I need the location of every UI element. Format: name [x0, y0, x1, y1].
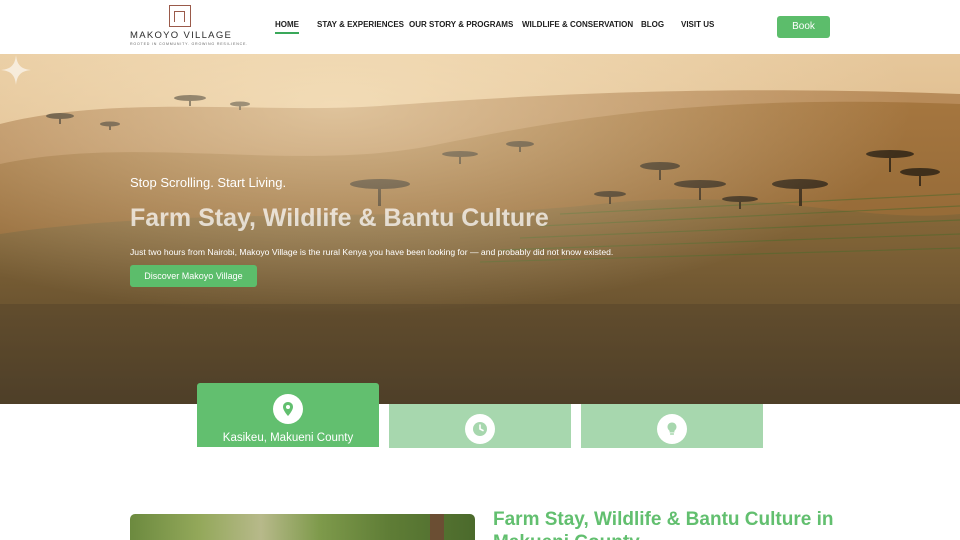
info-card-location[interactable]: Kasikeu, Makueni County — [197, 383, 379, 447]
intro-image — [130, 514, 475, 540]
intro-heading: Farm Stay, Wildlife & Bantu Culture in — [493, 509, 834, 530]
nav-item-stay-experiences[interactable]: STAY & EXPERIENCES — [317, 20, 404, 34]
nav-item-our-story-programs[interactable]: OUR STORY & PROGRAMS — [409, 20, 513, 34]
clock-icon — [465, 414, 495, 444]
hero-description: Just two hours from Nairobi, Makoyo Vill… — [130, 247, 614, 257]
discover-button[interactable]: Discover Makoyo Village — [130, 265, 257, 287]
book-button[interactable]: Book — [777, 16, 830, 38]
nav-item-wildlife-conservation[interactable]: WILDLIFE & CONSERVATION — [522, 20, 633, 34]
site-header: MAKOYO VILLAGE Rooted in community. Grow… — [0, 0, 960, 54]
intro-heading-line-2: Makueni County — [493, 532, 640, 540]
nav-item-visit-us[interactable]: VISIT US — [681, 20, 714, 34]
hero-title: Farm Stay, Wildlife & Bantu Culture — [130, 204, 549, 232]
nav-item-blog[interactable]: BLOG — [641, 20, 664, 34]
info-card-hours[interactable] — [389, 404, 571, 448]
logo-mark-icon — [169, 5, 191, 27]
lightbulb-icon — [657, 414, 687, 444]
location-pin-icon — [273, 394, 303, 424]
info-card-location-label: Kasikeu, Makueni County — [222, 432, 354, 444]
logo[interactable]: MAKOYO VILLAGE Rooted in community. Grow… — [130, 5, 248, 49]
logo-tagline: Rooted in community. Growing resilience. — [130, 42, 248, 46]
logo-name: MAKOYO VILLAGE — [130, 30, 233, 41]
sparkle-icon — [1, 55, 31, 85]
tree-trunk-shape — [430, 514, 444, 540]
info-card-idea[interactable] — [581, 404, 763, 448]
hero-section: Stop Scrolling. Start Living. Farm Stay,… — [0, 54, 960, 404]
hero-tagline: Stop Scrolling. Start Living. — [130, 175, 287, 190]
page: MAKOYO VILLAGE Rooted in community. Grow… — [0, 0, 960, 540]
nav-item-home[interactable]: HOME — [275, 20, 299, 34]
